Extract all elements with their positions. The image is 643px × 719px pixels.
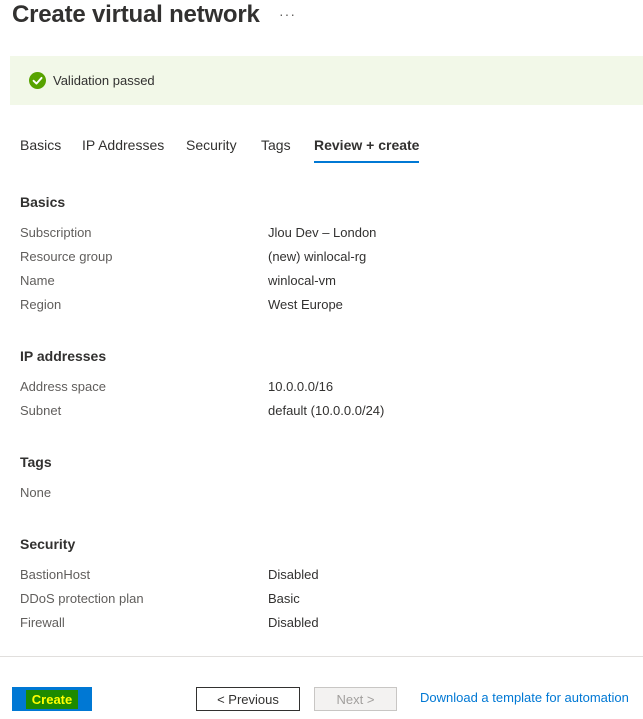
download-template-link[interactable]: Download a template for automation (420, 690, 629, 705)
value-name: winlocal-vm (268, 273, 336, 288)
label-firewall: Firewall (20, 615, 65, 630)
label-ddos-protection-plan: DDoS protection plan (20, 591, 144, 606)
value-bastion-host: Disabled (268, 567, 319, 582)
label-bastion-host: BastionHost (20, 567, 91, 582)
label-address-space: Address space (20, 379, 106, 394)
tab-tags[interactable]: Tags (261, 137, 291, 153)
validation-status-text: Validation passed (53, 73, 155, 88)
section-title-security: Security (20, 536, 76, 552)
value-address-space: 10.0.0.0/16 (268, 379, 334, 394)
value-subnet: default (10.0.0.0/24) (268, 403, 385, 418)
label-tags-none: None (20, 485, 52, 500)
checkmark-circle-icon (29, 72, 46, 89)
value-firewall: Disabled (268, 615, 319, 630)
footer-divider (0, 656, 643, 657)
label-subscription: Subscription (20, 225, 92, 240)
value-resource-group: (new) winlocal-rg (268, 249, 367, 264)
section-title-tags: Tags (20, 454, 52, 470)
validation-banner: Validation passed (10, 56, 643, 105)
section-title-ip-addresses: IP addresses (20, 348, 107, 364)
tab-security[interactable]: Security (186, 137, 237, 153)
label-resource-group: Resource group (20, 249, 113, 264)
tab-review-create[interactable]: Review + create (314, 137, 420, 163)
create-virtual-network-page: Create virtual network ··· Validation pa… (0, 0, 643, 719)
value-ddos-protection-plan: Basic (268, 591, 300, 606)
previous-button[interactable]: < Previous (196, 687, 300, 711)
label-subnet: Subnet (20, 403, 62, 418)
page-title: Create virtual network (12, 1, 260, 28)
tab-ip-addresses[interactable]: IP Addresses (82, 137, 164, 153)
create-button[interactable]: Create (12, 687, 92, 711)
tab-basics[interactable]: Basics (20, 137, 61, 153)
label-name: Name (20, 273, 55, 288)
next-button[interactable]: Next > (314, 687, 397, 711)
value-subscription: Jlou Dev – London (268, 225, 377, 240)
value-region: West Europe (268, 297, 343, 312)
label-region: Region (20, 297, 62, 312)
create-button-label: Create (25, 689, 79, 709)
section-title-basics: Basics (20, 194, 66, 210)
more-options-icon[interactable]: ··· (279, 6, 296, 22)
